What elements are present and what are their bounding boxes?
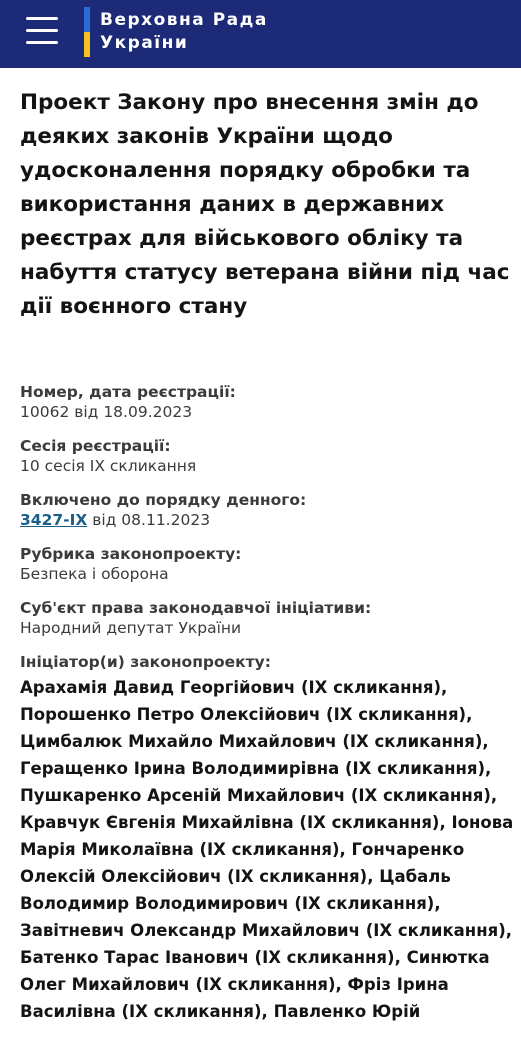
menu-bar-middle — [26, 29, 58, 32]
rubric-info: Рубрика законопроекту: Безпека і оборона — [20, 544, 515, 584]
site-header: Верховна Рада України — [0, 0, 521, 68]
agenda-value: 3427-IX від 08.11.2023 — [20, 510, 515, 530]
registration-info: Номер, дата реєстрації: 10062 від 18.09.… — [20, 382, 515, 422]
flag-icon — [84, 7, 90, 57]
rubric-label: Рубрика законопроекту: — [20, 545, 242, 563]
session-info: Сесія реєстрації: 10 сесія IX скликання — [20, 436, 515, 476]
subject-info: Суб'єкт права законодавчої ініціативи: Н… — [20, 598, 515, 638]
bill-details: Номер, дата реєстрації: 10062 від 18.09.… — [20, 382, 515, 1039]
initiators-info: Ініціатор(и) законопроекту: Арахамія Дав… — [20, 652, 515, 1025]
session-label: Сесія реєстрації: — [20, 437, 171, 455]
rubric-value: Безпека і оборона — [20, 565, 169, 583]
registration-label: Номер, дата реєстрації: — [20, 383, 236, 401]
agenda-link[interactable]: 3427-IX — [20, 511, 87, 529]
menu-bar-bottom — [26, 41, 58, 44]
agenda-date: від 08.11.2023 — [87, 511, 211, 529]
menu-bar-top — [26, 17, 58, 20]
registration-value: 10062 від 18.09.2023 — [20, 403, 193, 421]
initiators-label: Ініціатор(и) законопроекту: — [20, 653, 271, 671]
session-value: 10 сесія IX скликання — [20, 457, 197, 475]
hamburger-menu-icon[interactable] — [26, 17, 58, 45]
subject-label: Суб'єкт права законодавчої ініціативи: — [20, 599, 372, 617]
site-logo[interactable]: Верховна Рада України — [84, 7, 268, 57]
initiators-list: Арахамія Давид Георгійович (IX скликання… — [20, 678, 514, 1021]
logo-line-1: Верховна Рада — [100, 10, 268, 30]
agenda-label: Включено до порядку денного: — [20, 491, 307, 509]
logo-text: Верховна Рада України — [100, 7, 268, 57]
agenda-info: Включено до порядку денного: 3427-IX від… — [20, 490, 515, 530]
logo-line-2: України — [100, 33, 189, 53]
bill-title: Проект Закону про внесення змін до деяки… — [20, 90, 510, 319]
subject-value: Народний депутат України — [20, 619, 242, 637]
